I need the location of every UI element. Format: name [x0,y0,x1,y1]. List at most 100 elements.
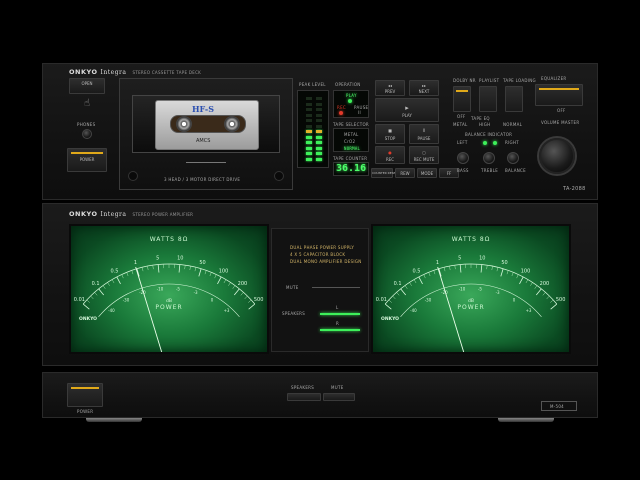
counter-reset-button[interactable]: COUNTER RESET [371,168,397,178]
meter-subtick [223,279,227,284]
meter-scale-label: 0.01 [74,297,85,303]
meter-scale-label: 500 [254,297,264,303]
amp-center-panel: DUAL PHASE POWER SUPPLY 4 X 5 CAPACITOR … [271,228,369,352]
bass-knob[interactable] [457,152,469,164]
meter-subtick [240,292,244,296]
mode-button[interactable]: MODE [417,168,437,178]
meter-tick [178,264,181,273]
meter-subtick [248,299,252,303]
playlist-label: PLAYLIST [479,78,500,83]
stop-button[interactable]: ■ STOP [375,124,405,144]
mute-line [312,287,360,288]
tape-option-normal[interactable]: NORMAL [344,146,360,151]
foot-right [498,418,554,422]
meter-subtick [542,292,546,296]
meter-scale-label: 0.1 [92,281,100,287]
meter-subtick [486,265,488,270]
speaker-a-led [320,313,360,315]
tape-selector-label: TAPE SELECTOR [333,122,369,127]
ff-button[interactable]: FF [439,168,459,178]
rec-mute-button[interactable]: ◻ REC MUTE [409,146,439,164]
meter-tick [217,276,222,285]
peak-level-segment [306,146,312,150]
peak-level-segment [316,135,322,139]
meter-scale-label: 50 [501,260,507,266]
rec-button[interactable]: ● REC [375,146,405,164]
meter-subtick [443,267,446,272]
volume-label: VOLUME MASTER [541,120,580,125]
meter-subtick [433,270,436,275]
speaker-b-label: R [336,321,340,326]
meter-tick [500,268,504,277]
meter-subtick [86,299,90,303]
right-label: RIGHT [505,140,520,145]
meter-subtick [454,265,456,270]
tape-option-metal[interactable]: METAL [344,132,359,137]
meter-scale-label: 100 [219,268,229,274]
meter-tick [480,264,483,273]
play-led [348,99,352,103]
meter-subtick [94,292,98,296]
dolby-indicator [456,90,468,92]
meter-subtick [147,266,149,271]
eq-mode-normal[interactable]: NORMAL [503,122,522,127]
meter-subtick [131,270,134,275]
operation-display: PLAY REC PAUSE II [333,90,369,118]
treble-knob[interactable] [483,152,495,164]
eq-mode-high[interactable]: HIGH [479,122,491,127]
tape-option-cro2[interactable]: CrO2 [344,139,355,144]
balance-knob[interactable] [507,152,519,164]
power-indicator-strip [71,152,103,154]
play-icon: ▸ [405,104,409,112]
meter-subtick [396,292,400,296]
peak-level-segment [306,152,312,155]
dolby-button[interactable] [453,86,471,112]
meter-subtick [209,272,212,277]
playlist-button[interactable] [479,86,497,112]
hand-icon: ☝ [83,98,91,109]
meter-subtick [491,266,493,271]
peak-level-segment [306,108,312,111]
balance-label: BALANCE [505,168,526,173]
play-button[interactable]: ▸ PLAY [375,98,439,122]
left-label: LEFT [457,140,468,145]
peak-level-segment [316,157,322,161]
mute-button[interactable] [323,393,355,401]
dolby-off-label: OFF [457,114,466,119]
peak-level-segment [306,102,312,106]
open-button[interactable]: OPEN [69,78,105,94]
door-notch-right [274,171,284,181]
meter-tick [198,268,202,277]
tape-loading-label: TAPE LOADING [503,78,536,83]
meter-db-label: -3 [496,290,500,295]
speakers-button[interactable] [287,393,321,401]
peak-level-segment [316,141,322,144]
counter-value: 36.16 [336,163,367,174]
right-meter-scale: 0.010.10.515 1050100200500-40-30-20-10 -5-… [376,256,566,352]
left-meter-power-label: POWER [155,304,183,311]
meter-db-label: -5 [176,286,180,291]
equalizer-button[interactable] [535,84,583,106]
meter-subtick [546,295,550,300]
peak-level-segment [316,97,322,100]
meter-subtick [525,279,529,284]
phones-jack[interactable] [82,129,92,139]
peak-level-segment [306,141,312,144]
pause-icon: II [358,110,361,115]
peak-level-segment [316,119,322,122]
operation-label: OPERATION [335,82,361,87]
rew-button[interactable]: REW [395,168,415,178]
volume-knob[interactable] [539,138,575,174]
meter-scale-label: 500 [556,297,566,303]
amp-power-button[interactable] [67,383,103,407]
next-button[interactable]: ▸▸ NEXT [409,80,439,96]
bottom-unit-panel: POWER SPEAKERS MUTE M-504 [42,372,598,418]
tape-loading-button[interactable] [505,86,523,112]
eq-mode-metal[interactable]: METAL [453,122,468,127]
prev-button[interactable]: ◂◂ PREV [375,80,405,96]
meter-subtick [244,295,248,300]
meter-db-label: 0 [513,298,516,303]
deck-power-button[interactable]: POWER [67,148,107,172]
peak-level-segment [316,108,322,111]
pause-button[interactable]: II PAUSE [409,124,439,144]
